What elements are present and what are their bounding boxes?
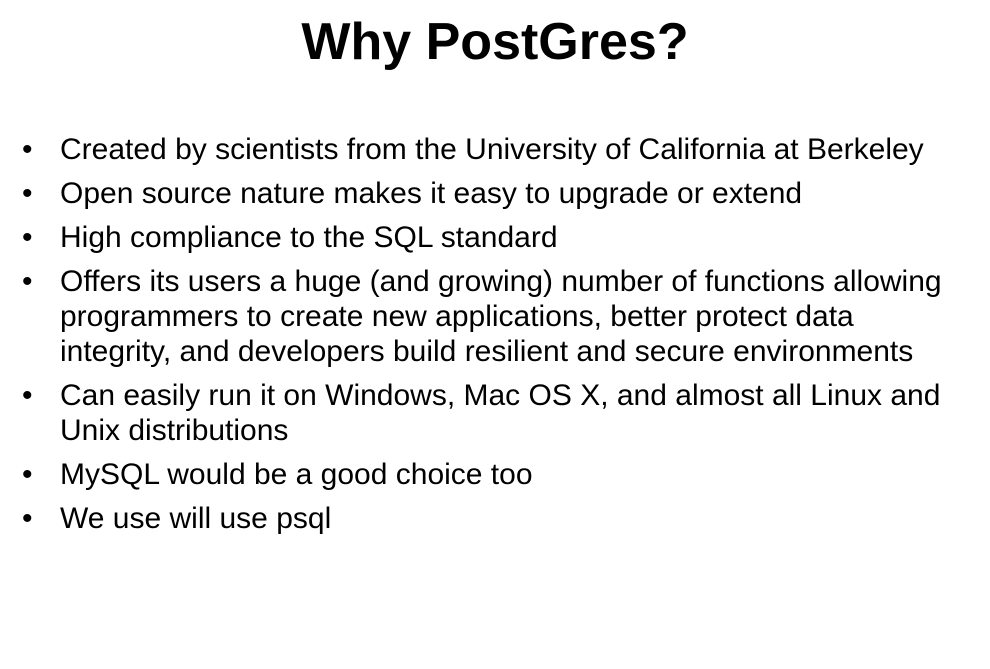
- slide: Why PostGres? • Created by scientists fr…: [0, 0, 990, 669]
- bullet-icon: •: [22, 379, 33, 412]
- bullet-list: • Created by scientists from the Univers…: [20, 132, 970, 545]
- slide-title: Why PostGres?: [301, 13, 689, 71]
- bullet-item: • We use will use psql: [20, 501, 970, 536]
- bullet-text: Created by scientists from the Universit…: [60, 133, 924, 166]
- bullet-icon: •: [22, 177, 33, 210]
- bullet-text: High compliance to the SQL standard: [60, 221, 558, 254]
- bullet-item: • Can easily run it on Windows, Mac OS X…: [20, 378, 970, 448]
- bullet-icon: •: [22, 265, 33, 298]
- bullet-icon: •: [22, 221, 33, 254]
- bullet-item: • High compliance to the SQL standard: [20, 220, 970, 255]
- bullet-item: • Created by scientists from the Univers…: [20, 132, 970, 167]
- bullet-item: • Open source nature makes it easy to up…: [20, 176, 970, 211]
- bullet-text: Can easily run it on Windows, Mac OS X, …: [60, 379, 941, 447]
- bullet-text: We use will use psql: [60, 502, 332, 535]
- bullet-item: • MySQL would be a good choice too: [20, 457, 970, 492]
- bullet-text: Open source nature makes it easy to upgr…: [60, 177, 803, 210]
- bullet-icon: •: [22, 458, 33, 491]
- bullet-item: • Offers its users a huge (and growing) …: [20, 264, 970, 369]
- bullet-text: MySQL would be a good choice too: [60, 458, 533, 491]
- bullet-text: Offers its users a huge (and growing) nu…: [60, 265, 942, 368]
- bullet-icon: •: [22, 502, 33, 535]
- bullet-icon: •: [22, 133, 33, 166]
